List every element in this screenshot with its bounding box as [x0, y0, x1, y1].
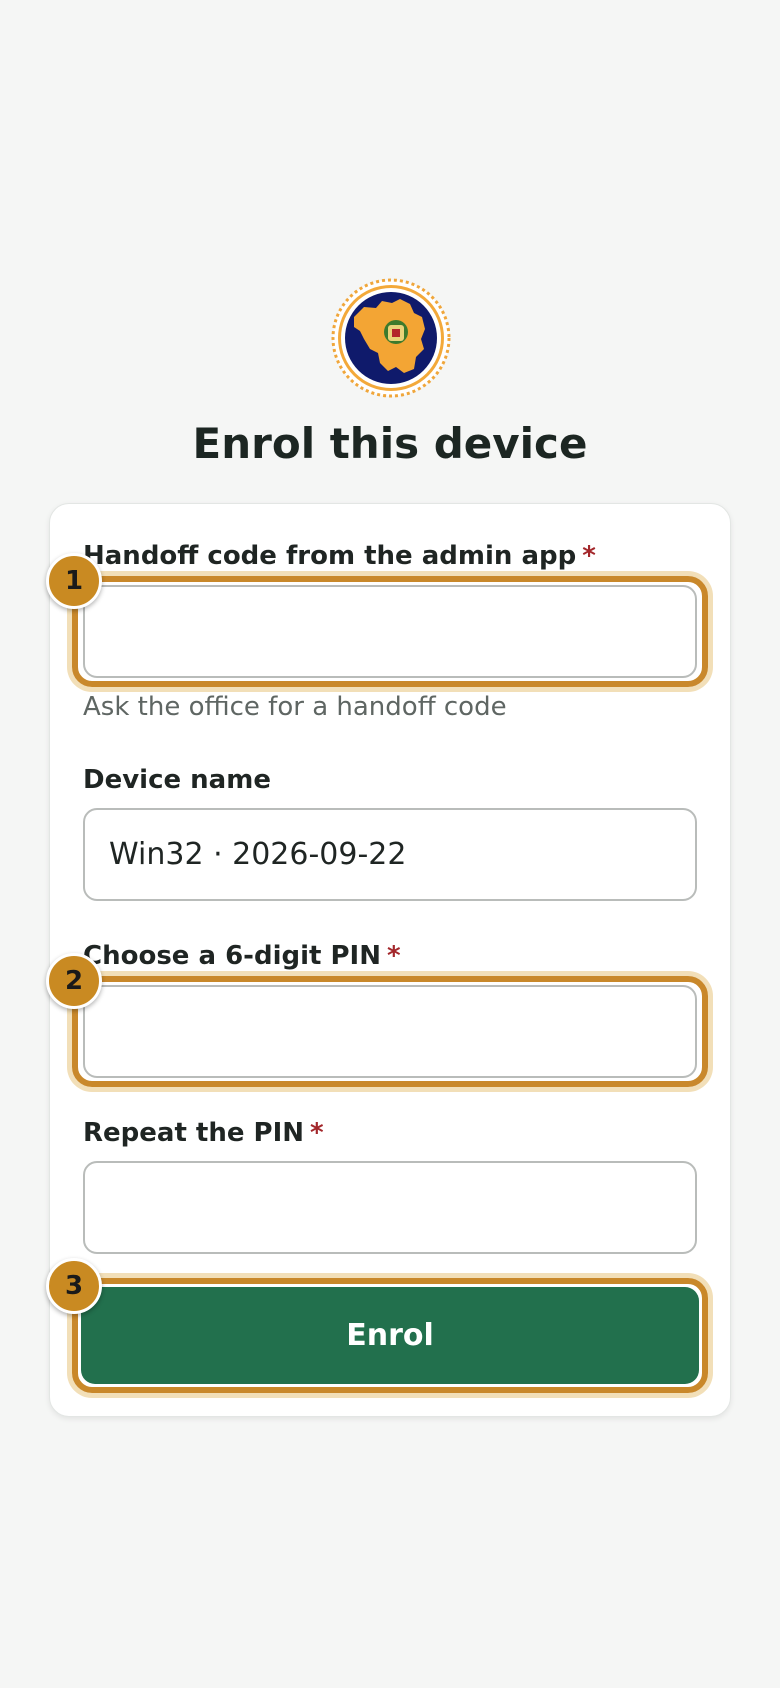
repeat-pin-input[interactable] [83, 1161, 697, 1254]
page-title: Enrol this device [192, 419, 588, 468]
required-mark: * [386, 941, 401, 971]
required-mark: * [582, 541, 596, 571]
repeat-pin-label-text: Repeat the PIN [83, 1118, 305, 1148]
step-badge-3: 3 [46, 1258, 102, 1314]
step-badge-2: 2 [46, 953, 102, 1009]
repeat-pin-label: Repeat the PIN * [83, 1116, 324, 1150]
handoff-code-input[interactable] [83, 585, 697, 678]
device-name-input[interactable] [83, 808, 697, 901]
pin-label-text: Choose a 6-digit PIN [83, 941, 381, 971]
step-badge-1: 1 [46, 553, 102, 609]
device-name-label: Device name [83, 763, 271, 797]
enrol-button[interactable]: Enrol [81, 1287, 699, 1384]
pin-input[interactable] [83, 985, 697, 1078]
district-emblem-icon [331, 278, 451, 398]
handoff-code-label-text: Handoff code from the admin app [83, 541, 577, 571]
required-mark: * [310, 1118, 324, 1148]
enrol-page: Enrol this device Handoff code from the … [0, 0, 780, 1688]
handoff-code-label: Handoff code from the admin app * [83, 539, 596, 573]
handoff-code-hint: Ask the office for a handoff code [83, 692, 507, 722]
device-name-label-text: Device name [83, 765, 271, 795]
pin-label: Choose a 6-digit PIN * [83, 939, 401, 973]
